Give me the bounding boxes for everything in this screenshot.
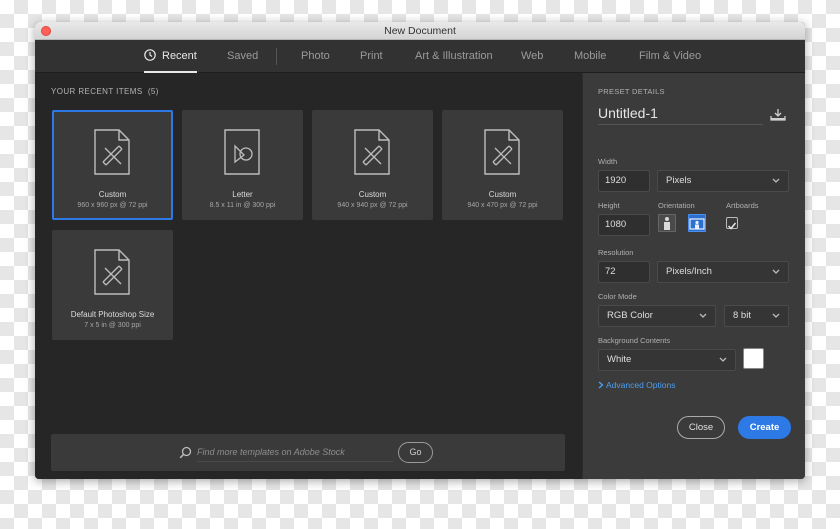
- adobe-stock-search-bar: Go: [51, 434, 565, 471]
- checkmark-icon: [727, 222, 737, 230]
- resolution-input[interactable]: 72: [598, 261, 650, 283]
- recent-items-panel: YOUR RECENT ITEMS (5) Custom 960 x 960 p…: [35, 73, 582, 479]
- go-button[interactable]: Go: [398, 442, 433, 463]
- chevron-right-icon: [598, 381, 604, 389]
- tab-film-video[interactable]: Film & Video: [639, 40, 701, 73]
- dropdown-value: Pixels: [666, 175, 692, 186]
- item-size: 940 x 470 px @ 72 ppi: [467, 202, 538, 209]
- item-name: Custom: [98, 190, 127, 199]
- orientation-label: Orientation: [658, 201, 695, 210]
- preset-details-heading: PRESET DETAILS: [598, 87, 665, 96]
- resolution-unit-dropdown[interactable]: Pixels/Inch: [657, 261, 789, 283]
- recent-count: (5): [147, 87, 159, 96]
- item-size: 7 x 5 in @ 300 ppi: [84, 322, 141, 329]
- background-color-swatch[interactable]: [743, 348, 764, 369]
- save-preset-icon[interactable]: [770, 109, 786, 121]
- dropdown-value: RGB Color: [607, 310, 653, 321]
- chevron-down-icon: [772, 269, 780, 274]
- dropdown-value: 8 bit: [733, 310, 751, 321]
- item-size: 960 x 960 px @ 72 ppi: [77, 202, 148, 209]
- width-label: Width: [598, 157, 618, 166]
- tab-divider: [276, 48, 277, 65]
- portrait-orientation-button[interactable]: [658, 214, 676, 232]
- recent-item-tile[interactable]: Custom 940 x 470 px @ 72 ppi: [442, 110, 563, 220]
- dropdown-value: Pixels/Inch: [666, 266, 712, 277]
- advanced-options-label: Advanced Options: [606, 380, 676, 390]
- artboards-checkbox[interactable]: [726, 217, 738, 230]
- tab-label: Mobile: [574, 50, 607, 62]
- tab-label: Art & Illustration: [415, 50, 493, 62]
- brush-document-icon: [94, 249, 130, 295]
- chevron-down-icon: [719, 357, 727, 362]
- item-size: 940 x 940 px @ 72 ppi: [337, 202, 408, 209]
- tab-label: Web: [521, 50, 544, 62]
- artboards-label: Artboards: [726, 201, 759, 210]
- recent-item-tile[interactable]: Custom 960 x 960 px @ 72 ppi: [52, 110, 173, 220]
- height-input[interactable]: 1080: [598, 214, 650, 236]
- title-bar: New Document: [35, 22, 805, 40]
- category-tabs: Recent Saved Photo Print Art & Illustrat…: [35, 40, 805, 73]
- document-name-field[interactable]: Untitled-1: [598, 105, 763, 125]
- search-icon: [179, 446, 192, 459]
- stock-search-input[interactable]: [197, 443, 393, 462]
- item-name: Letter: [232, 190, 253, 199]
- tab-art-illustration[interactable]: Art & Illustration: [415, 40, 493, 73]
- color-mode-label: Color Mode: [598, 292, 637, 301]
- recent-item-tile[interactable]: Letter 8.5 x 11 in @ 300 ppi: [182, 110, 303, 220]
- color-mode-dropdown[interactable]: RGB Color: [598, 305, 716, 327]
- shapes-document-icon: [224, 129, 260, 175]
- person-portrait-icon: [664, 217, 670, 230]
- window-close-button[interactable]: [41, 26, 51, 36]
- bit-depth-dropdown[interactable]: 8 bit: [724, 305, 789, 327]
- tab-label: Print: [360, 50, 383, 62]
- tab-label: Recent: [162, 50, 197, 62]
- advanced-options-toggle[interactable]: Advanced Options: [598, 380, 675, 390]
- recent-items-heading: YOUR RECENT ITEMS (5): [51, 87, 159, 96]
- chevron-down-icon: [699, 313, 707, 318]
- new-document-dialog: New Document Recent Saved Photo Print Ar…: [35, 22, 805, 479]
- tab-label: Saved: [227, 50, 259, 62]
- tab-print[interactable]: Print: [360, 40, 383, 73]
- tab-saved[interactable]: Saved: [227, 40, 258, 73]
- width-unit-dropdown[interactable]: Pixels: [657, 170, 789, 192]
- create-button[interactable]: Create: [738, 416, 791, 439]
- chevron-down-icon: [772, 178, 780, 183]
- dropdown-value: White: [607, 354, 632, 365]
- tab-label: Photo: [301, 50, 330, 62]
- heading-text: YOUR RECENT ITEMS: [51, 87, 143, 96]
- item-size: 8.5 x 11 in @ 300 ppi: [209, 202, 276, 209]
- background-contents-dropdown[interactable]: White: [598, 349, 736, 371]
- recent-item-tile[interactable]: Default Photoshop Size 7 x 5 in @ 300 pp…: [52, 230, 173, 340]
- item-name: Default Photoshop Size: [70, 310, 155, 319]
- clock-icon: [144, 49, 156, 61]
- item-name: Custom: [488, 190, 517, 199]
- chevron-down-icon: [772, 313, 780, 318]
- landscape-orientation-button[interactable]: [688, 214, 706, 232]
- tab-label: Film & Video: [639, 50, 702, 62]
- tab-web[interactable]: Web: [521, 40, 543, 73]
- brush-document-icon: [94, 129, 130, 175]
- item-name: Custom: [358, 190, 387, 199]
- tab-recent[interactable]: Recent: [144, 40, 197, 73]
- recent-item-tile[interactable]: Custom 940 x 940 px @ 72 ppi: [312, 110, 433, 220]
- background-contents-label: Background Contents: [598, 336, 671, 345]
- close-button[interactable]: Close: [677, 416, 725, 439]
- brush-document-icon: [484, 129, 520, 175]
- resolution-label: Resolution: [598, 248, 634, 257]
- height-label: Height: [598, 201, 620, 210]
- tab-photo[interactable]: Photo: [301, 40, 330, 73]
- tab-mobile[interactable]: Mobile: [574, 40, 606, 73]
- width-input[interactable]: 1920: [598, 170, 650, 192]
- person-landscape-icon: [689, 218, 705, 230]
- brush-document-icon: [354, 129, 390, 175]
- window-title: New Document: [384, 25, 456, 37]
